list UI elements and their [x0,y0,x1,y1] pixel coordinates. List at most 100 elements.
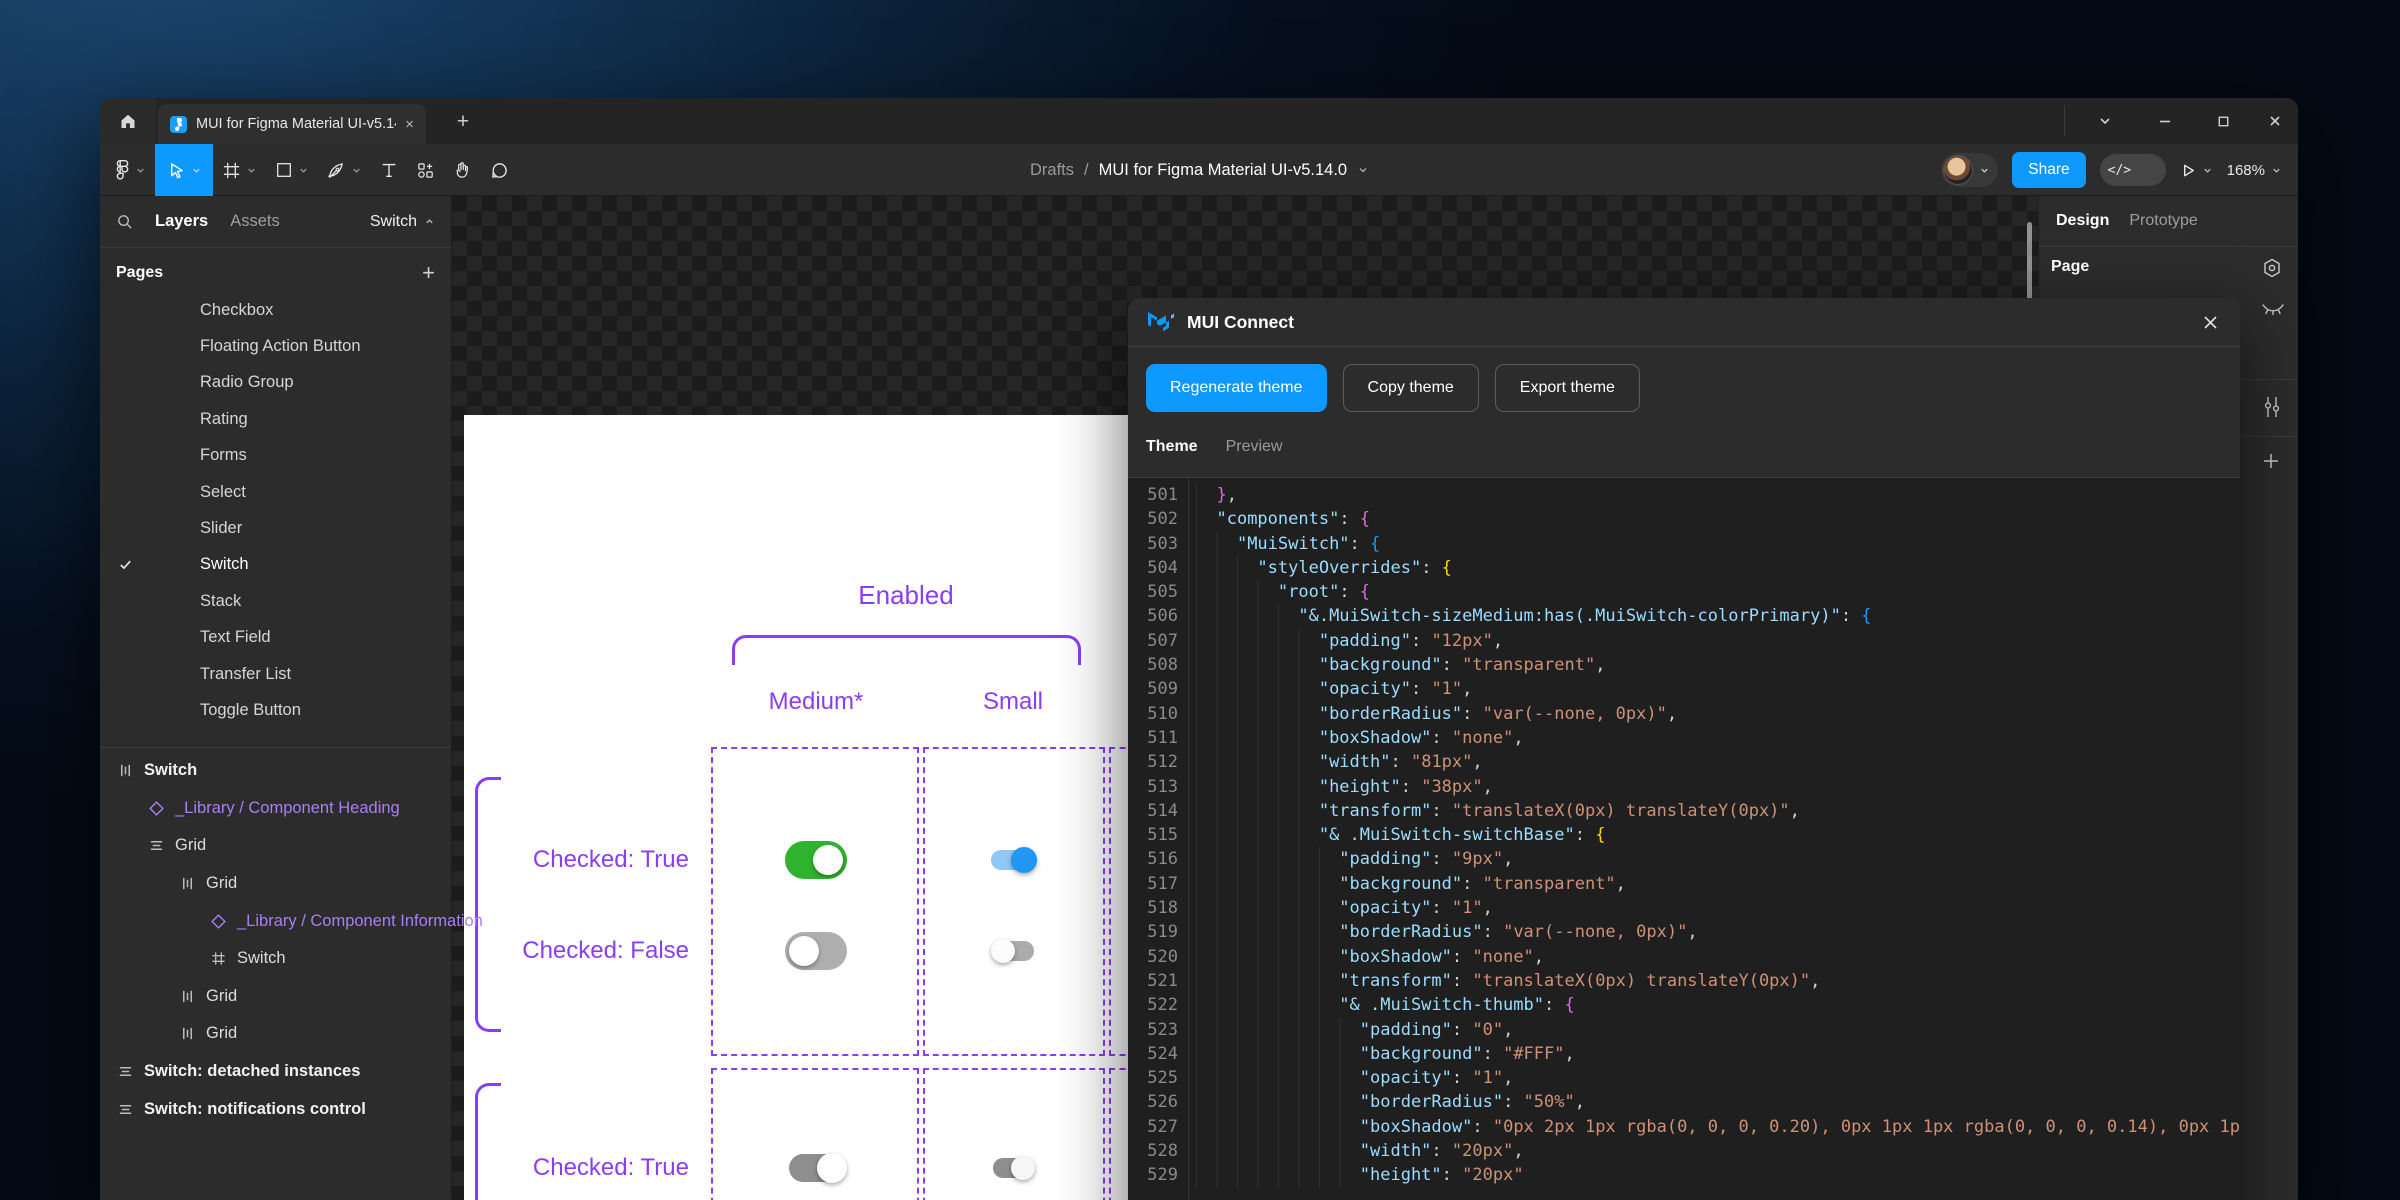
home-button[interactable] [100,98,156,144]
layer-item-grid[interactable]: Grid [100,1015,451,1053]
switch-medium-unchecked[interactable] [785,932,847,970]
page-item-floating-action-button[interactable]: Floating Action Button [100,328,451,364]
switch-small-disabled-checked[interactable] [993,1156,1035,1180]
layer-item--library-component-heading[interactable]: _Library / Component Heading [100,790,451,828]
mui-connect-dialog: MUI Connect Regenerate theme Copy theme Ex… [1128,298,2240,1200]
code-line-522: 522 "& .MuiSwitch-thumb": { [1128,993,2240,1017]
autolayout-h-icon [180,1026,195,1041]
layer-item-switch-notifications-control[interactable]: Switch: notifications control [100,1090,451,1128]
text-tool-button[interactable] [371,144,407,196]
layer-item-grid[interactable]: Grid [100,978,451,1016]
close-tab-icon[interactable]: × [405,116,414,133]
dev-mode-toggle[interactable]: </> [2100,154,2166,186]
theme-code-editor[interactable]: 501 },502 "components": {503 "MuiSwitch"… [1128,478,2240,1200]
minimize-icon[interactable] [2136,98,2194,144]
layer-item-switch[interactable]: Switch [100,752,451,790]
window-menu-chevron[interactable] [2076,98,2134,144]
zoom-level: 168% [2227,162,2265,179]
layer-item-label: Switch: detached instances [144,1062,360,1081]
account-menu[interactable] [1941,153,1998,187]
export-theme-button[interactable]: Export theme [1495,364,1640,412]
switch-medium-disabled-checked[interactable] [789,1153,847,1183]
tab-layers[interactable]: Layers [155,212,208,231]
annotation-column-medium: Medium* [716,688,916,716]
plus-icon[interactable] [2261,451,2281,471]
tab-design[interactable]: Design [2056,212,2109,230]
file-tab[interactable]: MUI for Figma Material UI-v5.14.0 × [158,104,426,144]
dialog-title: MUI Connect [1187,312,1294,333]
chevron-down-icon [298,165,309,176]
add-page-icon[interactable]: + [422,260,435,286]
shape-tool-button[interactable] [266,144,318,196]
tab-preview[interactable]: Preview [1226,438,1283,456]
page-item-label: Slider [200,519,242,538]
move-tool-icon [167,161,186,180]
page-item-rating[interactable]: Rating [100,401,451,437]
hand-tool-button[interactable] [444,144,481,196]
code-line-518: 518 "opacity": "1", [1128,896,2240,920]
tab-assets[interactable]: Assets [230,212,280,231]
page-item-label: Forms [200,446,247,465]
present-button[interactable] [2180,162,2213,179]
switch-small-checked[interactable] [991,847,1037,873]
page-item-switch[interactable]: Switch [100,547,451,583]
page-item-select[interactable]: Select [100,474,451,510]
close-icon[interactable] [2201,313,2220,332]
breadcrumb-file-name[interactable]: MUI for Figma Material UI-v5.14.0 [1099,161,1347,180]
frame-tool-button[interactable] [213,144,266,196]
code-line-505: 505 "root": { [1128,580,2240,604]
row-label: Checked: True [489,1154,689,1182]
window-close-icon[interactable] [2246,98,2304,144]
page-selector[interactable]: Switch [370,213,435,231]
switch-medium-checked[interactable] [785,841,847,879]
tab-prototype[interactable]: Prototype [2129,212,2197,230]
layer-item-grid[interactable]: Grid [100,827,451,865]
layer-item-label: _Library / Component Heading [175,799,400,818]
page-item-checkbox[interactable]: Checkbox [100,292,451,328]
tab-theme[interactable]: Theme [1146,438,1198,456]
chevron-down-icon[interactable] [1357,164,1369,176]
code-line-508: 508 "background": "transparent", [1128,653,2240,677]
actions-tool-button[interactable] [407,144,444,196]
figma-menu-button[interactable] [106,144,155,196]
code-line-509: 509 "opacity": "1", [1128,677,2240,701]
page-item-forms[interactable]: Forms [100,438,451,474]
chevron-up-icon [424,216,435,227]
eye-closed-icon[interactable] [2261,302,2285,318]
main-toolbar: Drafts / MUI for Figma Material UI-v5.14… [100,144,2298,196]
chevron-down-icon [1979,165,1990,176]
page-item-toggle-button[interactable]: Toggle Button [100,692,451,728]
pen-tool-button[interactable] [318,144,371,196]
code-line-503: 503 "MuiSwitch": { [1128,532,2240,556]
page-item-slider[interactable]: Slider [100,510,451,546]
layer-item-switch[interactable]: Switch [100,940,451,978]
regenerate-theme-button[interactable]: Regenerate theme [1146,364,1327,412]
page-item-stack[interactable]: Stack [100,583,451,619]
zoom-menu[interactable]: 168% [2227,162,2282,179]
comment-icon [490,161,509,180]
share-button[interactable]: Share [2012,152,2085,188]
page-item-radio-group[interactable]: Radio Group [100,365,451,401]
page-item-transfer-list[interactable]: Transfer List [100,656,451,692]
sliders-icon[interactable] [2261,395,2283,419]
eye-hexagon-icon[interactable] [2261,257,2283,279]
switch-thumb [1011,847,1037,873]
switch-thumb [991,939,1015,963]
instance-icon [149,801,164,816]
comment-tool-button[interactable] [481,144,518,196]
annotation-bracket-rows [475,777,501,1032]
layer-item-switch-detached-instances[interactable]: Switch: detached instances [100,1053,451,1091]
maximize-icon[interactable] [2194,98,2252,144]
layer-item-label: _Library / Component Information [237,912,483,931]
move-tool-button[interactable] [155,144,213,196]
code-line-520: 520 "boxShadow": "none", [1128,945,2240,969]
switch-small-unchecked[interactable] [991,938,1037,964]
layer-item--library-component-information[interactable]: _Library / Component Information [100,902,451,940]
layer-item-grid[interactable]: Grid [100,865,451,903]
search-icon[interactable] [116,213,133,230]
copy-theme-button[interactable]: Copy theme [1343,364,1479,412]
breadcrumb-folder[interactable]: Drafts [1030,161,1074,180]
new-tab-button[interactable]: + [448,108,478,136]
annotation-column-small: Small [913,688,1113,716]
page-item-text-field[interactable]: Text Field [100,620,451,656]
